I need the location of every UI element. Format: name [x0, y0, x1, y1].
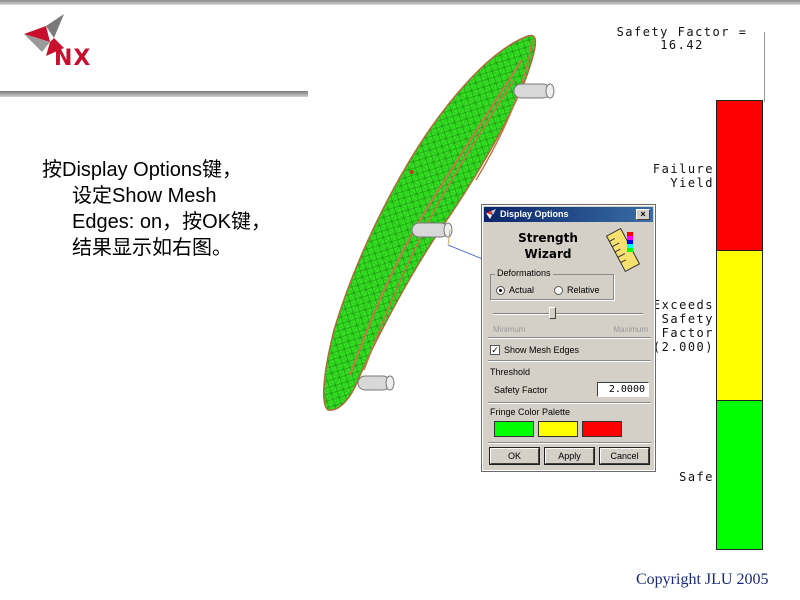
legend-safe-label: Safe [679, 470, 714, 484]
slide-bullet: 按Display Options键， 设定Show Mesh Edges: on… [42, 157, 292, 261]
deformations-label: Deformations [495, 268, 553, 278]
checkmark-icon[interactable]: ✓ [490, 345, 500, 355]
header-rule [0, 91, 308, 97]
ok-button[interactable]: OK [489, 447, 540, 465]
bullet-line-4: 结果显示如右图。 [72, 237, 232, 259]
legend-failure-line-1: Failure [652, 162, 714, 176]
app-icon [486, 209, 496, 219]
deformations-group: Deformations Actual Relative [490, 268, 614, 300]
scale-green-segment [717, 401, 762, 549]
show-mesh-edges-checkbox[interactable]: ✓ Show Mesh Edges [490, 345, 579, 355]
safety-factor-readout: Safety Factor = 16.42 [612, 26, 752, 52]
legend-failure-line-2: Yield [670, 176, 714, 190]
separator [488, 442, 651, 444]
display-options-dialog: Display Options × Strength Wizard Deform… [481, 204, 656, 472]
scale-yellow-segment [717, 251, 762, 401]
deformation-slider-track[interactable] [493, 313, 643, 315]
close-button[interactable]: × [636, 209, 650, 220]
radio-relative-indicator[interactable] [554, 285, 563, 295]
slider-max-label: Maximum [613, 325, 648, 334]
scale-red-segment [717, 101, 762, 251]
safety-factor-field-label: Safety Factor [494, 385, 548, 395]
deformation-slider-thumb[interactable] [549, 307, 556, 319]
copyright-text: Copyright JLU 2005 [636, 571, 769, 588]
radio-relative-label: Relative [567, 285, 600, 295]
dialog-title: Display Options [500, 209, 569, 219]
mesh-pin-middle [411, 222, 453, 238]
fringe-palette-label: Fringe Color Palette [490, 407, 571, 417]
top-rule [0, 0, 800, 5]
wizard-title-line-1: Strength [518, 231, 578, 245]
legend-divider [764, 32, 765, 102]
dialog-titlebar[interactable]: Display Options × [484, 207, 653, 222]
wizard-title: Strength Wizard [493, 230, 603, 262]
show-mesh-edges-label: Show Mesh Edges [504, 345, 580, 355]
separator [488, 360, 651, 362]
mesh-pin-top [513, 83, 555, 99]
radio-actual-indicator[interactable] [496, 285, 505, 295]
safety-color-scale [716, 100, 763, 550]
separator [488, 337, 651, 339]
bullet-line-2: 设定Show Mesh [72, 185, 217, 207]
radio-actual-label: Actual [509, 285, 535, 295]
radio-actual[interactable]: Actual [496, 285, 534, 295]
threshold-label: Threshold [490, 367, 531, 377]
strength-wizard-icon [605, 228, 641, 272]
bullet-line-3: Edges: on，按OK键， [72, 211, 271, 233]
wizard-title-line-2: Wizard [524, 247, 572, 261]
slider-min-label: Minimum [493, 325, 526, 334]
palette-swatch-yellow[interactable] [538, 421, 578, 437]
bullet-line-1: 按Display Options键， [42, 159, 243, 181]
legend-failure-label: Failure Yield [640, 162, 714, 190]
mesh-pin-bottom [357, 375, 395, 391]
logo-wordmark: NX [54, 46, 92, 71]
cancel-button[interactable]: Cancel [599, 447, 650, 465]
radio-relative[interactable]: Relative [554, 285, 600, 295]
close-icon: × [640, 209, 646, 219]
separator [488, 402, 651, 404]
palette-swatch-green[interactable] [494, 421, 534, 437]
apply-button[interactable]: Apply [544, 447, 595, 465]
safety-factor-value: 16.42 [660, 38, 704, 52]
palette-swatch-red[interactable] [582, 421, 622, 437]
safety-factor-input[interactable]: 2.0000 [597, 382, 649, 397]
